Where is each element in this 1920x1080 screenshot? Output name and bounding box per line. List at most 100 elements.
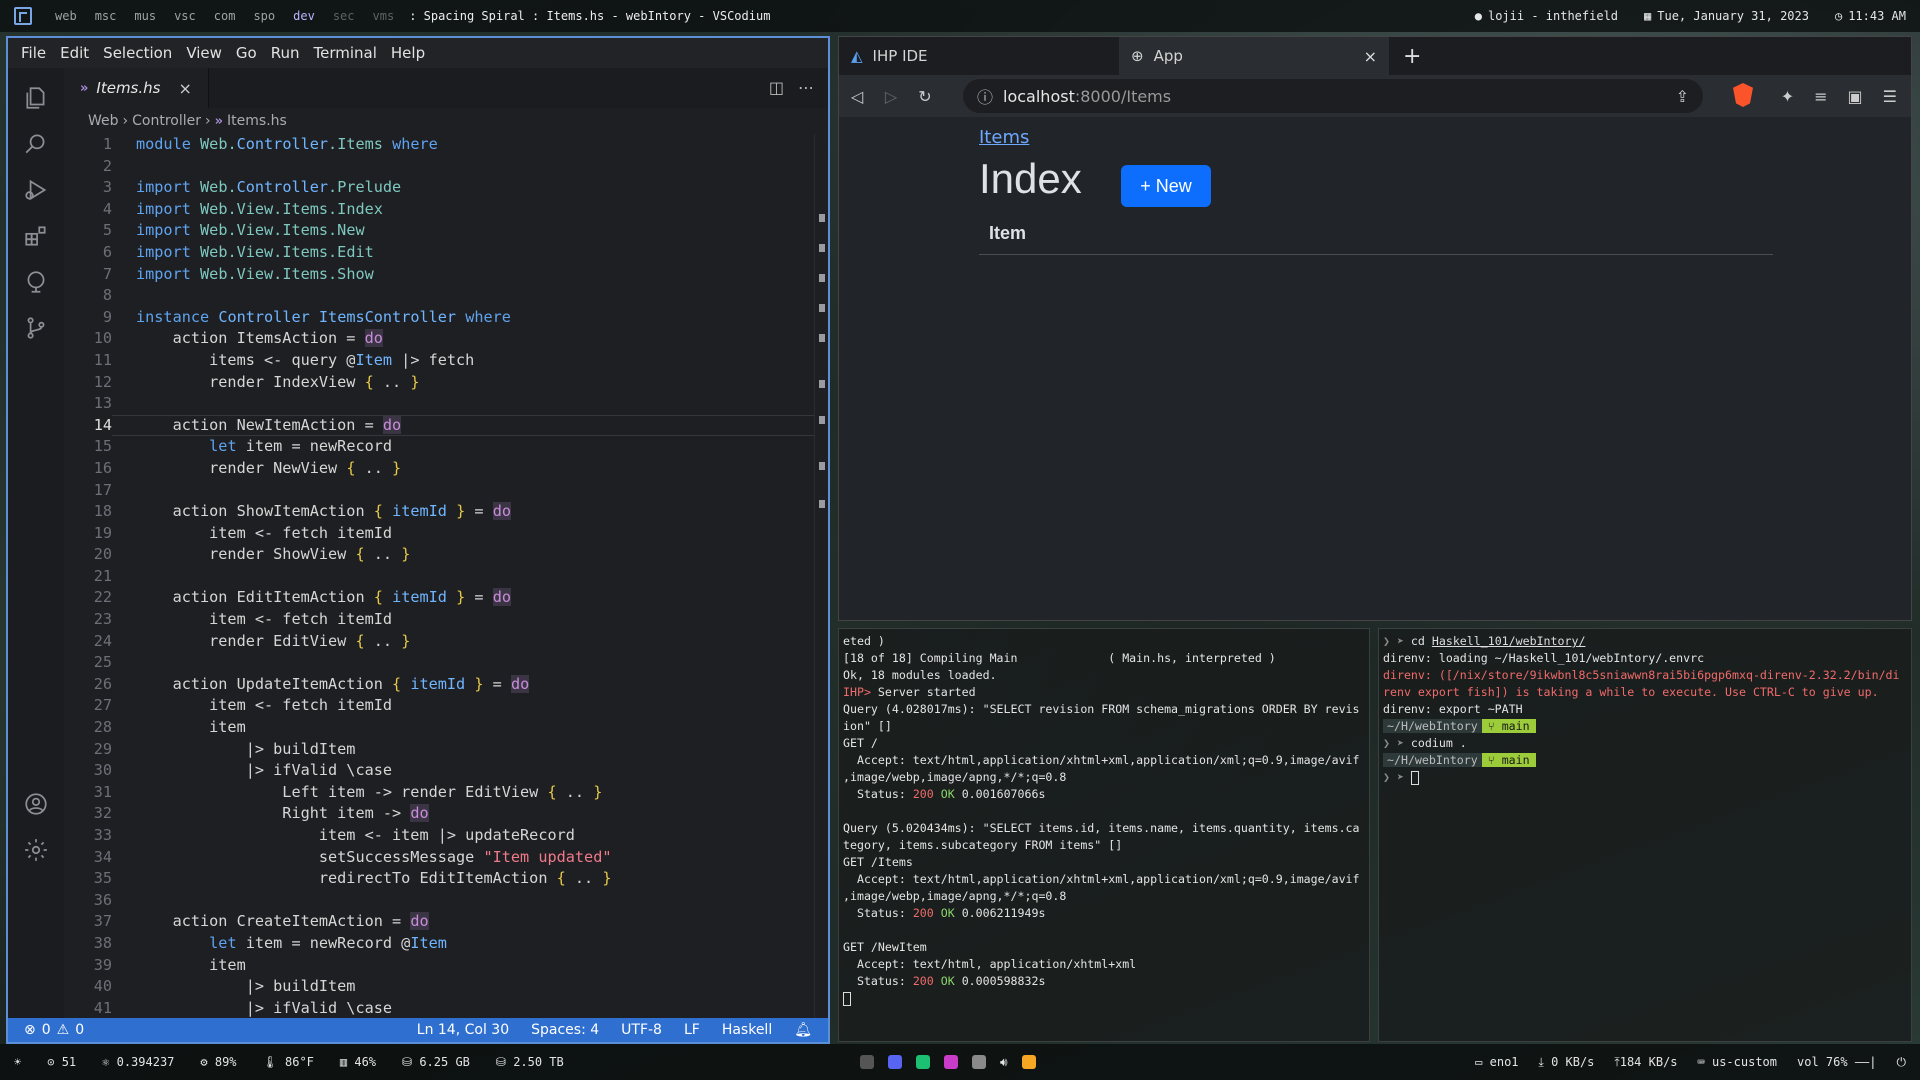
code-line[interactable]: 34 setSuccessMessage "Item updated" [64,847,814,869]
browser-tab-ihp-ide[interactable]: ◭ IHP IDE [839,37,1119,75]
site-info-icon[interactable]: ⓘ [977,84,993,108]
power-icon[interactable]: ⏻ [1897,1055,1907,1070]
search-icon[interactable] [22,130,50,158]
breadcrumb-items-link[interactable]: Items [979,127,1029,148]
code-line[interactable]: 12 render IndexView { .. } [64,372,814,394]
cursor-position[interactable]: Ln 14, Col 30 [417,1022,509,1038]
code-line[interactable]: 2 [64,156,814,178]
code-line[interactable]: 32 Right item -> do [64,803,814,825]
code-line[interactable]: 21 [64,566,814,588]
terminal-ihp-server[interactable]: eted ) [18 of 18] Compiling Main ( Main.h… [838,628,1370,1042]
settings-gear-icon[interactable] [22,836,50,864]
code-line[interactable]: 3 import Web.Controller.Prelude [64,177,814,199]
explorer-icon[interactable] [22,84,50,112]
code-line[interactable]: 31 Left item -> render EditView { .. } [64,782,814,804]
tab-items-hs[interactable]: » Items.hs × [64,68,209,108]
more-actions-icon[interactable]: ⋯ [798,78,814,97]
back-icon[interactable]: ◁ [849,87,865,106]
warning-icon[interactable]: ⚠ [57,1022,70,1038]
code-line[interactable]: 23 item <- fetch itemId [64,609,814,631]
display-icon[interactable] [972,1055,986,1069]
menu-help[interactable]: Help [384,44,432,62]
forward-icon[interactable]: ▷ [883,87,899,106]
run-debug-icon[interactable] [22,176,50,204]
encoding[interactable]: UTF-8 [621,1022,662,1038]
tray-app-icon[interactable] [1021,1055,1036,1069]
code-line[interactable]: 14 action NewItemAction = do [64,415,814,437]
menu-terminal[interactable]: Terminal [307,44,384,62]
tray-app-icon[interactable] [916,1055,930,1069]
workspace-web[interactable]: web [46,9,86,23]
code-line[interactable]: 13 [64,393,814,415]
code-line[interactable]: 36 [64,890,814,912]
editor-scrollbar[interactable] [814,134,828,1018]
code-line[interactable]: 20 render ShowView { .. } [64,544,814,566]
workspace-spo[interactable]: spo [244,9,284,23]
tab-close-icon[interactable]: × [178,79,191,98]
breadcrumb-web[interactable]: Web [88,113,119,129]
share-icon[interactable]: ⇪ [1676,87,1689,106]
code-line[interactable]: 27 item <- fetch itemId [64,695,814,717]
code-line[interactable]: 19 item <- fetch itemId [64,523,814,545]
menu-go[interactable]: Go [229,44,264,62]
tab-close-icon[interactable]: × [1364,47,1377,66]
launcher-icon[interactable] [14,7,32,25]
code-editor[interactable]: 1 module Web.Controller.Items where 2 3 impo… [64,134,814,1018]
code-line[interactable]: 29 |> buildItem [64,739,814,761]
sidebar-toggle-icon[interactable]: ▣ [1848,87,1863,106]
workspace-sec[interactable]: sec [324,9,364,23]
code-line[interactable]: 40 |> buildItem [64,976,814,998]
source-control-icon[interactable] [22,314,50,342]
code-line[interactable]: 25 [64,652,814,674]
remote-explorer-icon[interactable] [22,268,50,296]
notifications-bell-icon[interactable]: 🔔︎ [794,1022,812,1038]
menu-edit[interactable]: Edit [53,44,96,62]
code-line[interactable]: 38 let item = newRecord @Item [64,933,814,955]
keyboard-layout[interactable]: ⌨ us-custom [1698,1055,1777,1069]
menu-file[interactable]: File [14,44,53,62]
workspace-msc[interactable]: msc [86,9,126,23]
code-line[interactable]: 9 instance Controller ItemsController whe… [64,307,814,329]
code-line[interactable]: 26 action UpdateItemAction { itemId } = … [64,674,814,696]
workspace-vms[interactable]: vms [364,9,404,23]
volume-icon[interactable]: 🔊︎ [1000,1055,1008,1070]
end-of-line[interactable]: LF [684,1022,700,1038]
tray-app-icon[interactable] [944,1055,958,1069]
tray-app-icon[interactable] [860,1055,874,1069]
code-line[interactable]: 39 item [64,955,814,977]
code-line[interactable]: 28 item [64,717,814,739]
code-line[interactable]: 30 |> ifValid \case [64,760,814,782]
code-line[interactable]: 5 import Web.View.Items.New [64,220,814,242]
extensions-puzzle-icon[interactable]: ✦ [1781,87,1794,106]
code-line[interactable]: 18 action ShowItemAction { itemId } = do [64,501,814,523]
terminal-shell[interactable]: ❯ ➤ cd Haskell_101/webIntory/ direnv: lo… [1378,628,1912,1042]
code-line[interactable]: 7 import Web.View.Items.Show [64,264,814,286]
indentation[interactable]: Spaces: 4 [531,1022,599,1038]
menu-run[interactable]: Run [264,44,307,62]
error-icon[interactable]: ⊗ [24,1022,36,1038]
code-line[interactable]: 8 [64,285,814,307]
error-count[interactable]: 0 [42,1022,51,1038]
code-line[interactable]: 4 import Web.View.Items.Index [64,199,814,221]
code-line[interactable]: 33 item <- item |> updateRecord [64,825,814,847]
code-line[interactable]: 17 [64,480,814,502]
workspace-vsc[interactable]: vsc [165,9,205,23]
brave-shields-icon[interactable] [1733,83,1753,107]
volume-indicator[interactable]: vol 76% ——| [1797,1055,1876,1069]
code-line[interactable]: 24 render EditView { .. } [64,631,814,653]
workspace-mus[interactable]: mus [125,9,165,23]
code-line[interactable]: 15 let item = newRecord [64,436,814,458]
warning-count[interactable]: 0 [75,1022,84,1038]
reload-icon[interactable]: ↻ [917,87,933,106]
account-icon[interactable] [22,790,50,818]
extensions-icon[interactable] [22,222,50,250]
code-line[interactable]: 35 redirectTo EditItemAction { .. } [64,868,814,890]
code-line[interactable]: 11 items <- query @Item |> fetch [64,350,814,372]
menu-selection[interactable]: Selection [96,44,179,62]
code-line[interactable]: 10 action ItemsAction = do [64,328,814,350]
new-item-button[interactable]: + New [1121,165,1211,207]
address-bar[interactable]: ⓘ localhost :8000/Items ⇪ [963,79,1703,113]
menu-view[interactable]: View [179,44,229,62]
code-line[interactable]: 22 action EditItemAction { itemId } = do [64,587,814,609]
code-line[interactable]: 41 |> ifValid \case [64,998,814,1018]
